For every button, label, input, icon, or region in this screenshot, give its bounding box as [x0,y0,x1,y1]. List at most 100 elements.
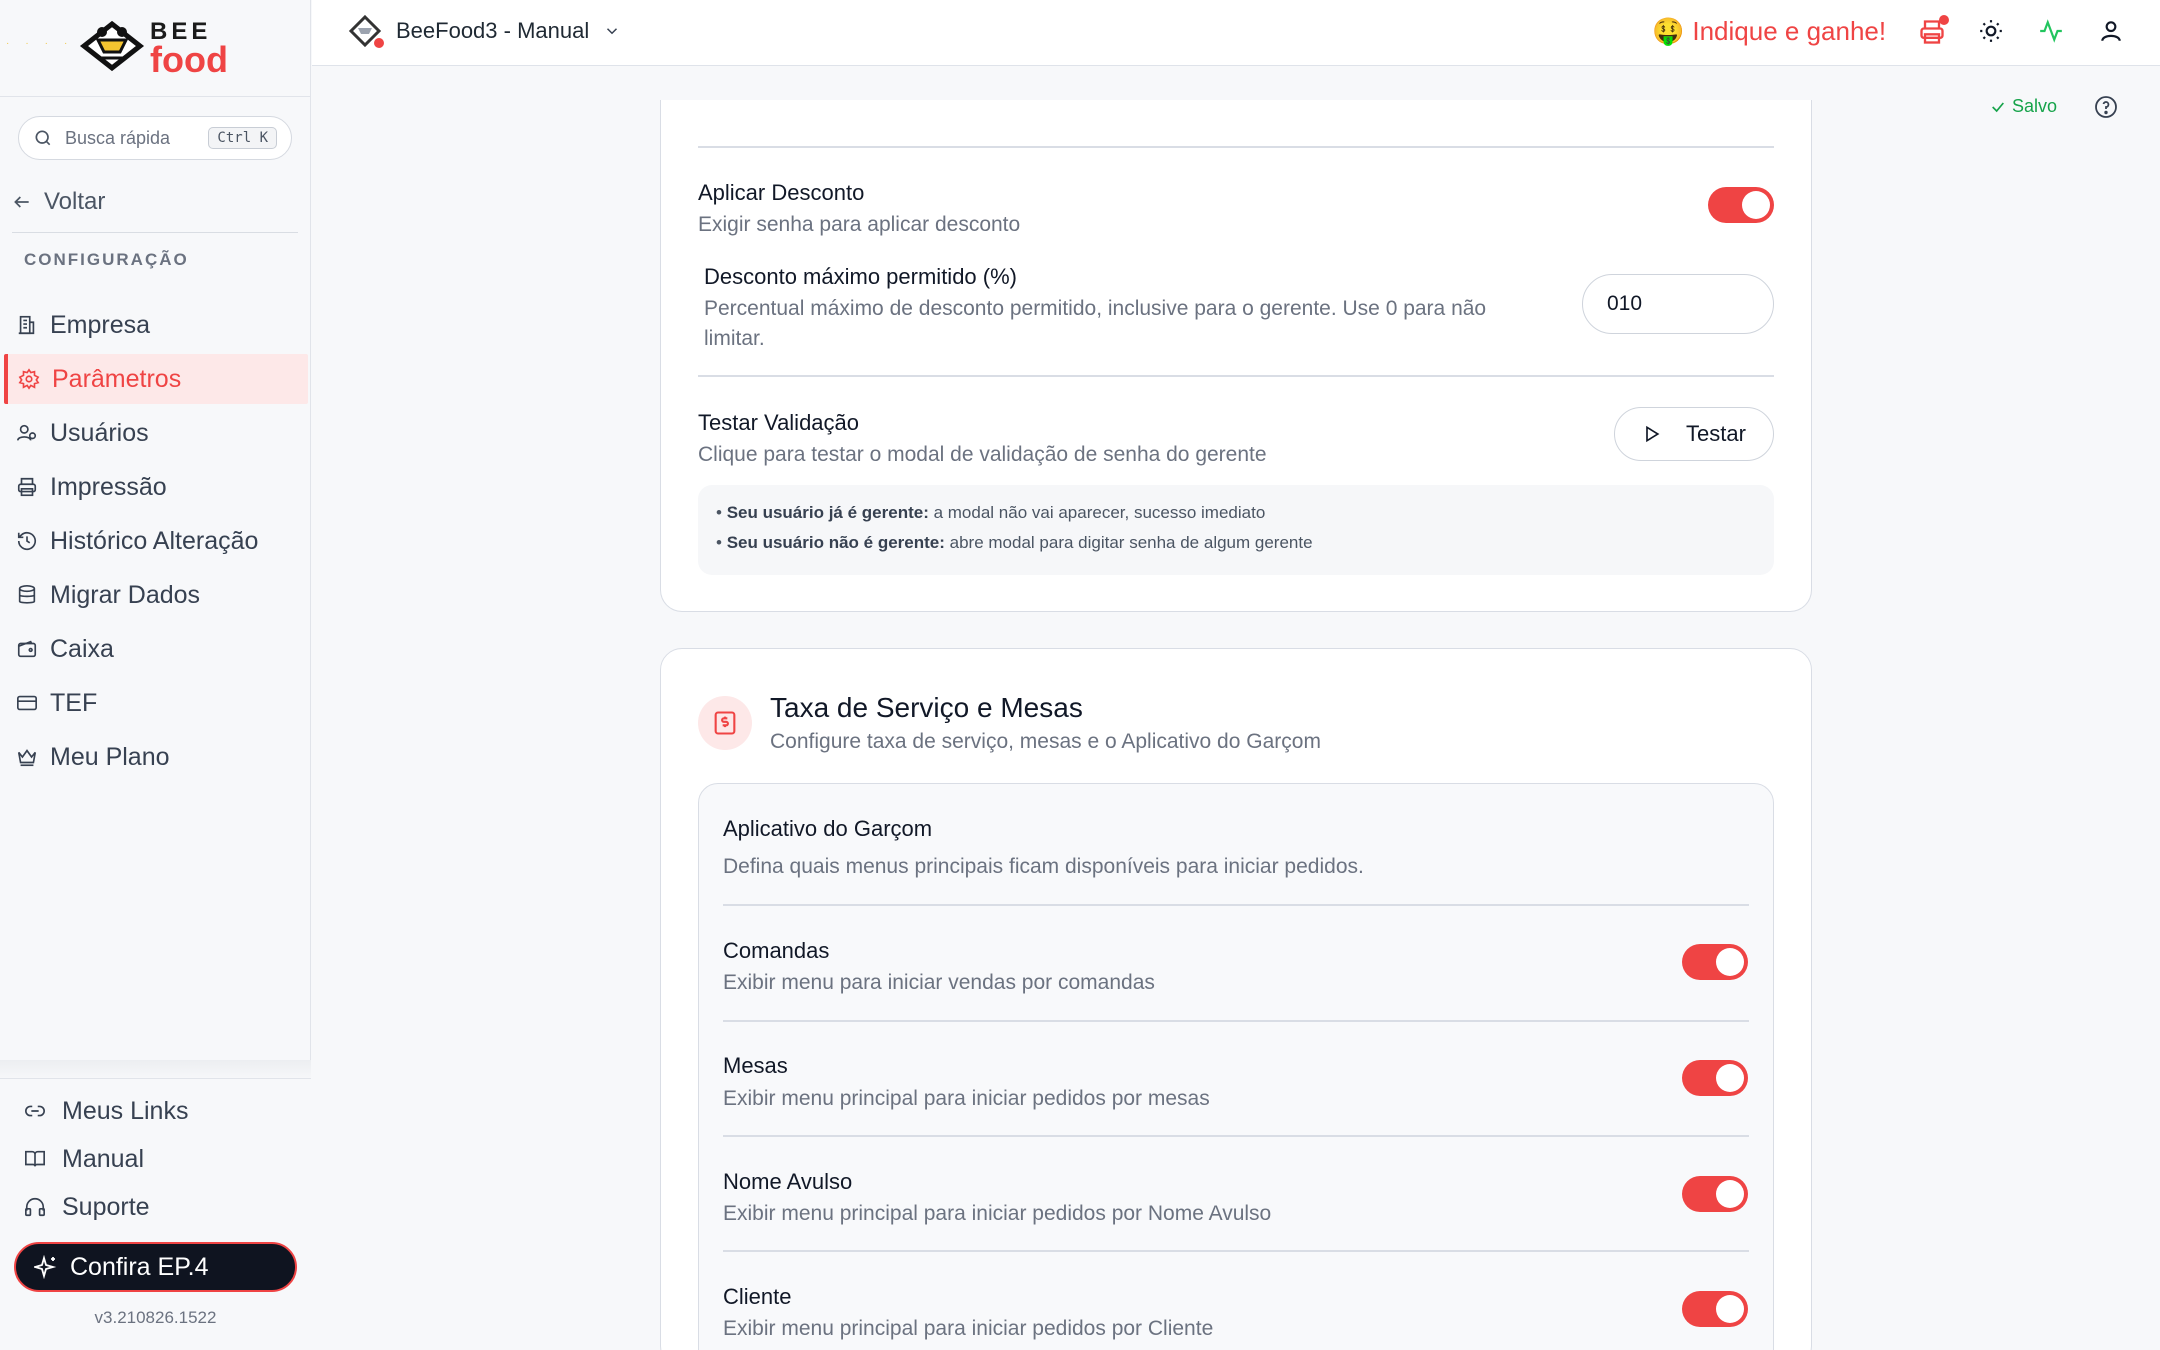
info-bold: Seu usuário já é gerente: [726,503,929,522]
receipt-icon [698,696,752,750]
link-icon [25,1105,45,1117]
row-cliente-title: Cliente [723,1284,792,1309]
activity-icon [2040,19,2062,43]
link-manual[interactable]: Manual [0,1135,311,1183]
link-label: Meus Links [62,1096,189,1125]
info-text: a modal não vai aparecer, sucesso imedia… [928,503,1266,522]
back-button[interactable]: Voltar [12,188,105,216]
divider [723,1135,1749,1137]
sidebar: ····· BEE food Busca rápida Ctrl K Volta… [0,0,311,1350]
divider [723,904,1749,906]
nome-avulso-toggle[interactable] [1682,1176,1748,1212]
sidebar-item-label: Migrar Dados [50,580,201,609]
max-discount-desc: Percentual máximo de desconto permitido,… [704,297,1487,351]
logo-food: food [150,39,228,80]
divider [12,232,298,233]
sidebar-item-label: Meu Plano [50,742,170,771]
user-icon [2101,21,2121,42]
sidebar-item-label: TEF [50,688,98,717]
play-icon [1646,425,1660,443]
apply-discount-desc: Exigir senha para aplicar desconto [698,213,1021,236]
wallet-icon [17,640,37,658]
sidebar-item-label: Usuários [50,418,149,447]
apply-discount-title: Aplicar Desconto [698,180,865,205]
info-item: • Seu usuário não é gerente: abre modal … [716,533,1313,552]
sidebar-item-empresa[interactable]: Empresa [4,300,308,350]
crown-icon [17,749,37,767]
mesas-toggle[interactable] [1682,1060,1748,1096]
quick-search[interactable]: Busca rápida Ctrl K [18,116,292,160]
logo[interactable]: ····· BEE food [0,0,310,97]
service-card-subtitle: Configure taxa de serviço, mesas e o Apl… [770,730,1321,753]
row-comandas-title: Comandas [723,938,830,963]
divider [723,1250,1749,1252]
divider [698,146,1774,148]
users-icon [17,424,37,441]
search-shortcut: Ctrl K [208,127,277,149]
link-meus-links[interactable]: Meus Links [0,1087,311,1135]
sidebar-item-parametros[interactable]: Parâmetros [4,354,308,404]
referral-link[interactable]: 🤑 Indique e ganhe! [1652,16,1886,47]
sidebar-item-historico[interactable]: Histórico Alteração [4,516,308,566]
info-text: abre modal para digitar senha de algum g… [944,533,1313,552]
info-bold: Seu usuário não é gerente: [726,533,945,552]
apply-discount-toggle[interactable] [1708,187,1774,223]
printer-alert-button[interactable] [1918,15,1949,46]
user-menu[interactable] [2098,18,2126,46]
divider [698,375,1774,377]
sidebar-item-label: Parâmetros [52,364,182,393]
check-icon [1992,101,2004,112]
gear-icon [18,368,40,390]
row-nome-avulso-desc: Exibir menu principal para iniciar pedid… [723,1202,1272,1225]
building-icon [18,315,35,335]
sidebar-item-label: Empresa [50,310,151,339]
section-label: CONFIGURAÇÃO [24,250,189,269]
history-icon [17,532,37,551]
help-icon[interactable] [2094,95,2118,119]
cliente-toggle[interactable] [1682,1291,1748,1327]
link-label: Manual [62,1144,144,1173]
sidebar-item-label: Histórico Alteração [50,526,259,555]
sidebar-item-label: Impressão [50,472,167,501]
confira-button[interactable]: Confira EP.4 [14,1242,297,1292]
notification-dot [1939,15,1949,25]
headset-icon [25,1198,45,1217]
printer-icon [17,477,37,497]
sidebar-item-migrar[interactable]: Migrar Dados [4,570,308,620]
sidebar-item-label: Caixa [50,634,114,663]
referral-label: Indique e ganhe! [1692,16,1887,46]
activity-button[interactable] [2038,18,2066,46]
validation-info: • Seu usuário já é gerente: a modal não … [698,485,1774,575]
waiter-app-desc: Defina quais menus principais ficam disp… [723,855,1364,878]
sidebar-item-tef[interactable]: TEF [4,678,308,728]
sidebar-item-impressao[interactable]: Impressão [4,462,308,512]
sidebar-item-plano[interactable]: Meu Plano [4,732,308,782]
sun-icon [1980,20,2002,42]
sparkle-icon [34,1255,57,1279]
book-icon [25,1150,45,1167]
divider [723,1020,1749,1022]
theme-toggle[interactable] [1978,18,2006,46]
link-label: Suporte [62,1192,150,1221]
back-label: Voltar [44,188,106,215]
logo-text: BEE food [150,20,228,78]
test-button[interactable]: Testar [1614,407,1774,461]
comandas-toggle[interactable] [1682,944,1748,980]
confira-label: Confira EP.4 [70,1252,209,1281]
service-card-title: Taxa de Serviço e Mesas [770,692,1083,723]
company-name: BeeFood3 - Manual [396,18,590,43]
row-mesas-desc: Exibir menu principal para iniciar pedid… [723,1087,1210,1110]
row-mesas-title: Mesas [723,1053,788,1078]
money-face-icon: 🤑 [1652,16,1685,46]
saved-label: Salvo [2012,96,2058,116]
company-selector[interactable]: BeeFood3 - Manual [348,14,621,48]
test-validation-title: Testar Validação [698,410,860,435]
waiter-app-title: Aplicativo do Garçom [723,816,933,841]
saved-status: Salvo [1990,96,2057,117]
row-comandas-desc: Exibir menu para iniciar vendas por coma… [723,971,1155,994]
max-discount-input[interactable] [1582,274,1774,334]
chevron-down-icon [607,28,618,35]
sidebar-item-caixa[interactable]: Caixa [4,624,308,674]
link-suporte[interactable]: Suporte [0,1183,311,1231]
sidebar-item-usuarios[interactable]: Usuários [4,408,308,458]
